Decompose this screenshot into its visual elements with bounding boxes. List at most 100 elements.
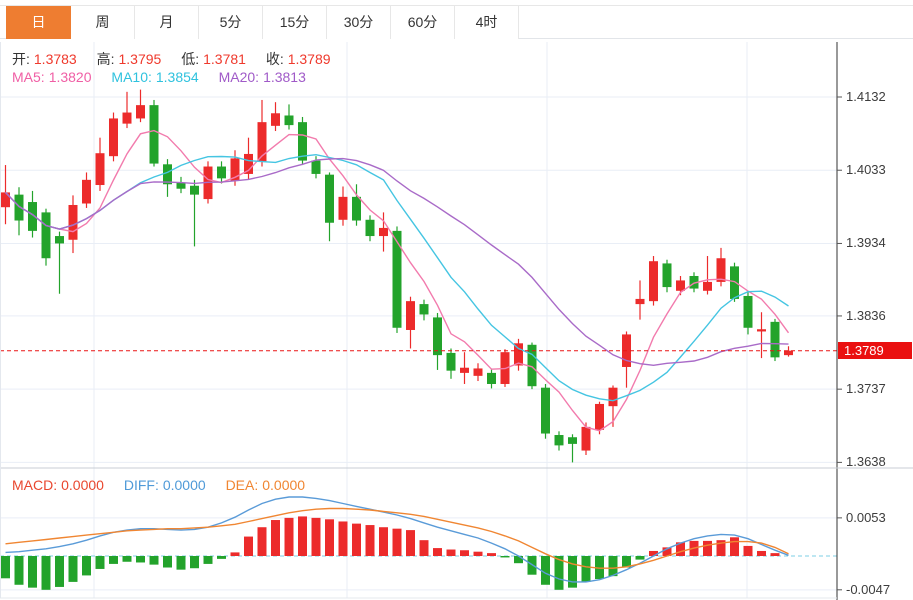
close-label: 收: [266,51,284,67]
macd-bar [460,550,469,556]
macd-bar [609,556,618,576]
chart-canvas[interactable] [0,0,913,600]
macd-bar [636,556,645,560]
candlestick [325,175,334,223]
macd-bar [204,556,213,564]
candlestick [460,368,469,373]
candlestick [312,161,321,174]
macd-bar [42,556,51,590]
macd-bar [447,550,456,556]
candlestick [676,280,685,290]
candlestick [609,388,618,406]
open-label: 开: [12,51,30,67]
candlestick [217,167,226,179]
candlestick [366,220,375,236]
candlestick [649,261,658,301]
candlestick [190,186,199,195]
ma10-label: MA10: [111,69,151,85]
macd-bar [541,556,550,585]
open-value: 1.3783 [34,51,77,67]
candlestick [150,105,159,163]
candlestick [487,373,496,384]
candlestick [69,205,78,240]
macd-bar [163,556,172,568]
tab-4hour[interactable]: 4时 [455,6,519,39]
macd-axis-label: -0.0047 [846,582,890,598]
macd-bar [1,556,10,578]
macd-bar [123,556,132,562]
candlestick [595,404,604,430]
candlestick [298,122,307,160]
tab-15min[interactable]: 15分 [263,6,327,39]
price-axis-label: 1.3737 [846,381,886,397]
candlestick [663,263,672,287]
high-value: 1.3795 [119,51,162,67]
macd-bar [312,518,321,556]
candlestick [757,329,766,331]
macd-bar [474,552,483,556]
candlestick [744,296,753,328]
candlestick [163,164,172,184]
candlestick [474,368,483,375]
candlestick [82,180,91,204]
ma20-label: MA20: [219,69,259,85]
macd-bar [420,540,429,556]
tab-month[interactable]: 月 [135,6,199,39]
candlestick [96,153,105,185]
macd-bar [433,548,442,556]
macd-bar [82,556,91,575]
dea-value: 0.0000 [262,477,305,493]
macd-bar [325,519,334,556]
macd-bar [109,556,118,564]
macd-bar [703,541,712,556]
macd-bar [393,529,402,556]
macd-bar [190,556,199,568]
candlestick [109,118,118,156]
candlestick [730,266,739,299]
macd-bar [55,556,64,587]
macd-bar [15,556,24,585]
macd-bar [366,525,375,556]
macd-bar [379,527,388,556]
macd-bar [69,556,78,582]
ma5-label: MA5: [12,69,45,85]
diff-value: 0.0000 [163,477,206,493]
candlestick [447,353,456,371]
macd-bar [730,537,739,556]
candlestick [123,113,132,124]
price-axis-label: 1.4132 [846,89,886,105]
ma5-value: 1.3820 [49,69,92,85]
macd-bar [298,516,307,556]
candlestick [42,212,51,258]
tab-5min[interactable]: 5分 [199,6,263,39]
macd-bar [96,556,105,569]
macd-bar [271,520,280,556]
candlestick [717,258,726,282]
macd-header: MACD:0.0000 DIFF:0.0000 DEA:0.0000 [12,477,309,493]
tab-week[interactable]: 周 [71,6,135,39]
candlestick [379,228,388,236]
close-value: 1.3789 [288,51,331,67]
period-tabbar: 日 周 月 5分 15分 30分 60分 4时 [0,5,913,39]
macd-bar [568,556,577,588]
candlestick [352,197,361,221]
candlestick [541,388,550,434]
macd-bar [744,546,753,556]
candlestick [271,113,280,126]
macd-bar [757,551,766,556]
candlestick [285,115,294,125]
macd-bar [285,518,294,556]
candlestick [406,301,415,330]
tab-60min[interactable]: 60分 [391,6,455,39]
candlestick [433,317,442,355]
price-axis-label: 1.4033 [846,162,886,178]
price-axis-label: 1.3934 [846,235,886,251]
macd-bar [150,556,159,565]
tab-30min[interactable]: 30分 [327,6,391,39]
macd-bar [244,537,253,556]
tab-day[interactable]: 日 [6,6,71,39]
candlestick [582,427,591,451]
candlestick [784,351,793,355]
kline-chart-app: 日 周 月 5分 15分 30分 60分 4时 开:1.3783 高:1.379… [0,0,913,600]
diff-label: DIFF: [124,477,159,493]
